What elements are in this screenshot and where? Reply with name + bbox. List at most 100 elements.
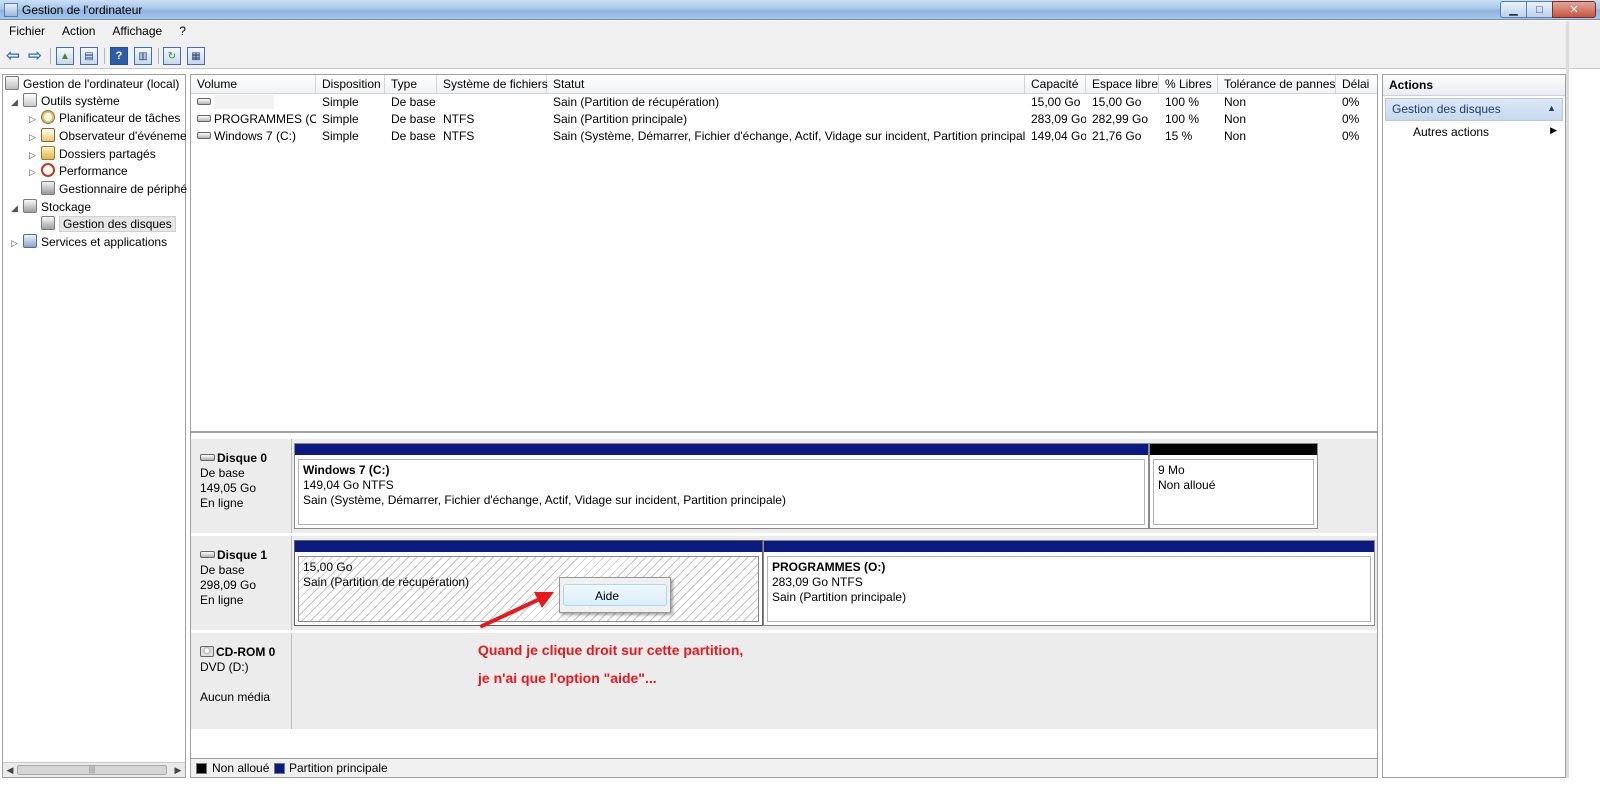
disk-name: Disque 0	[217, 451, 268, 465]
disk-size: 149,05 Go	[200, 481, 257, 495]
column-tolerance[interactable]: Tolérance de pannes	[1218, 75, 1336, 94]
overhead-cell: 0%	[1342, 95, 1360, 109]
column-statut[interactable]: Statut	[547, 75, 1025, 94]
column-espace-libre[interactable]: Espace libre	[1086, 75, 1159, 94]
tree-root-label: Gestion de l'ordinateur (local)	[23, 77, 180, 91]
volume-name	[214, 95, 274, 109]
tree-item-label: Stockage	[41, 200, 92, 214]
menu-help[interactable]: ?	[170, 21, 194, 43]
column-delai[interactable]: Délai	[1336, 75, 1377, 94]
column-pct-libres[interactable]: % Libres	[1159, 75, 1218, 94]
disk-label[interactable]: CD-ROM 0 DVD (D:) Aucun média	[191, 633, 292, 729]
back-icon[interactable]: ⇦	[4, 46, 22, 65]
overhead-cell: 0%	[1342, 129, 1360, 143]
actions-pane: Actions Gestion des disques ▲ Autres act…	[1382, 74, 1566, 778]
status-cell: Sain (Partition de récupération)	[553, 95, 720, 109]
menu-bar: Fichier Action Affichage ?	[0, 21, 1600, 43]
collapse-arrow-icon[interactable]: ◢	[11, 94, 23, 111]
menu-fichier[interactable]: Fichier	[0, 21, 53, 43]
partition-unallocated[interactable]: 9 Mo Non alloué	[1149, 443, 1318, 529]
menu-affichage[interactable]: Affichage	[103, 21, 170, 43]
scroll-left-icon[interactable]: ◀	[3, 763, 17, 777]
scroll-thumb[interactable]: |||	[17, 765, 167, 775]
volume-row[interactable]: Simple De base Sain (Partition de récupé…	[191, 94, 1377, 111]
menu-action[interactable]: Action	[53, 21, 103, 43]
disk-row-disque-0: Disque 0 De base 149,05 Go En ligne Wind…	[191, 439, 1377, 533]
volume-name: PROGRAMMES (O:)	[214, 112, 316, 126]
status-cell: Sain (Système, Démarrer, Fichier d'échan…	[553, 129, 1025, 143]
tree-item-performance[interactable]: ▷ Performance	[29, 163, 128, 180]
event-viewer-icon	[41, 128, 55, 142]
partition-size: 9 Mo	[1158, 463, 1185, 477]
expand-arrow-icon[interactable]: ▷	[11, 235, 23, 252]
actions-section-gestion-des-disques[interactable]: Gestion des disques ▲	[1385, 98, 1563, 121]
storage-icon	[23, 199, 37, 213]
autres-actions-link[interactable]: Autres actions	[1413, 125, 1489, 139]
collapse-arrow-icon[interactable]: ◢	[11, 200, 23, 217]
overhead-cell: 0%	[1342, 112, 1360, 126]
hard-disk-icon	[200, 551, 215, 558]
disk-size	[200, 675, 291, 690]
console-tree: Gestion de l'ordinateur (local) ◢ Outils …	[2, 74, 187, 778]
maximize-button[interactable]: □	[1526, 1, 1552, 18]
show-hide-tree-icon[interactable]: ▤	[80, 47, 98, 65]
show-hide-action-pane-icon[interactable]: ▥	[134, 47, 152, 65]
partition-primary-bar	[764, 541, 1374, 552]
volume-row[interactable]: PROGRAMMES (O:) Simple De base NTFS Sain…	[191, 111, 1377, 128]
disk-label[interactable]: Disque 1 De base 298,09 Go En ligne	[191, 536, 292, 630]
partition-windows-7[interactable]: Windows 7 (C:) 149,04 Go NTFS Sain (Syst…	[294, 443, 1149, 529]
tree-item-gestion-des-disques[interactable]: Gestion des disques	[29, 216, 176, 233]
tree-horizontal-scrollbar[interactable]: ◀ ||| ▶	[3, 762, 185, 777]
disk-status: En ligne	[200, 593, 244, 607]
minimize-button[interactable]: ▁	[1500, 1, 1526, 18]
tree-item-stockage[interactable]: ◢ Stockage	[11, 199, 91, 216]
disk-size: 298,09 Go	[200, 578, 257, 592]
expand-arrow-icon[interactable]: ▷	[29, 129, 41, 146]
expand-arrow-icon[interactable]: ▷	[29, 164, 41, 181]
performance-icon	[41, 163, 55, 177]
column-disposition[interactable]: Disposition	[316, 75, 385, 94]
tree-item-planificateur[interactable]: ▷ Planificateur de tâches	[29, 110, 180, 127]
tree-item-services-applications[interactable]: ▷ Services et applications	[11, 234, 167, 251]
disk-row-cdrom-0: CD-ROM 0 DVD (D:) Aucun média	[191, 633, 1377, 729]
column-systeme-fichiers[interactable]: Système de fichiers	[437, 75, 548, 94]
partition-programmes[interactable]: PROGRAMMES (O:) 283,09 Go NTFS Sain (Par…	[763, 540, 1375, 626]
toolbar-separator	[158, 48, 159, 64]
filesystem-cell	[437, 94, 547, 111]
column-type[interactable]: Type	[385, 75, 437, 94]
window-title: Gestion de l'ordinateur	[22, 3, 143, 17]
toolbar-separator	[104, 48, 105, 64]
column-volume[interactable]: Volume	[191, 75, 316, 94]
annotation-line-2: je n'ai que l'option "aide"...	[478, 670, 657, 686]
collapse-caret-icon[interactable]: ▲	[1547, 103, 1556, 113]
submenu-arrow-icon[interactable]: ▶	[1550, 125, 1557, 136]
refresh-icon[interactable]: ↻	[163, 47, 181, 65]
type-cell: De base	[391, 129, 436, 143]
expand-arrow-icon[interactable]: ▷	[29, 111, 41, 128]
context-menu-item-aide[interactable]: Aide	[563, 584, 667, 606]
tree-item-label: Observateur d'événeme	[59, 129, 187, 143]
up-folder-icon[interactable]: ▲	[56, 47, 74, 65]
disk-label[interactable]: Disque 0 De base 149,05 Go En ligne	[191, 439, 292, 533]
computer-management-icon	[4, 3, 18, 17]
tree-item-gestionnaire-peripheriques[interactable]: Gestionnaire de périphé	[29, 181, 187, 198]
expand-arrow-icon[interactable]: ▷	[29, 147, 41, 164]
partition-status: Non alloué	[1158, 478, 1216, 492]
properties-icon[interactable]: ▦	[187, 47, 205, 65]
legend-swatch-unallocated	[196, 763, 207, 774]
volume-row[interactable]: Windows 7 (C:) Simple De base NTFS Sain …	[191, 128, 1377, 145]
scroll-right-icon[interactable]: ▶	[171, 763, 185, 777]
tree-item-dossiers-partages[interactable]: ▷ Dossiers partagés	[29, 146, 156, 163]
tree-item-observateur[interactable]: ▷ Observateur d'événeme	[29, 128, 187, 145]
drive-icon	[197, 132, 211, 139]
volume-name-cell: PROGRAMMES (O:)	[191, 111, 316, 128]
system-tools-icon	[23, 93, 37, 107]
device-manager-icon	[41, 181, 55, 195]
column-capacite[interactable]: Capacité	[1025, 75, 1086, 94]
help-icon[interactable]: ?	[110, 47, 128, 65]
close-button[interactable]: ✕	[1552, 1, 1596, 18]
forward-icon[interactable]: ⇨	[26, 46, 44, 65]
tree-item-outils-systeme[interactable]: ◢ Outils système	[11, 93, 120, 110]
pct-free-cell: 15 %	[1165, 129, 1193, 143]
tree-root[interactable]: Gestion de l'ordinateur (local)	[5, 76, 179, 93]
